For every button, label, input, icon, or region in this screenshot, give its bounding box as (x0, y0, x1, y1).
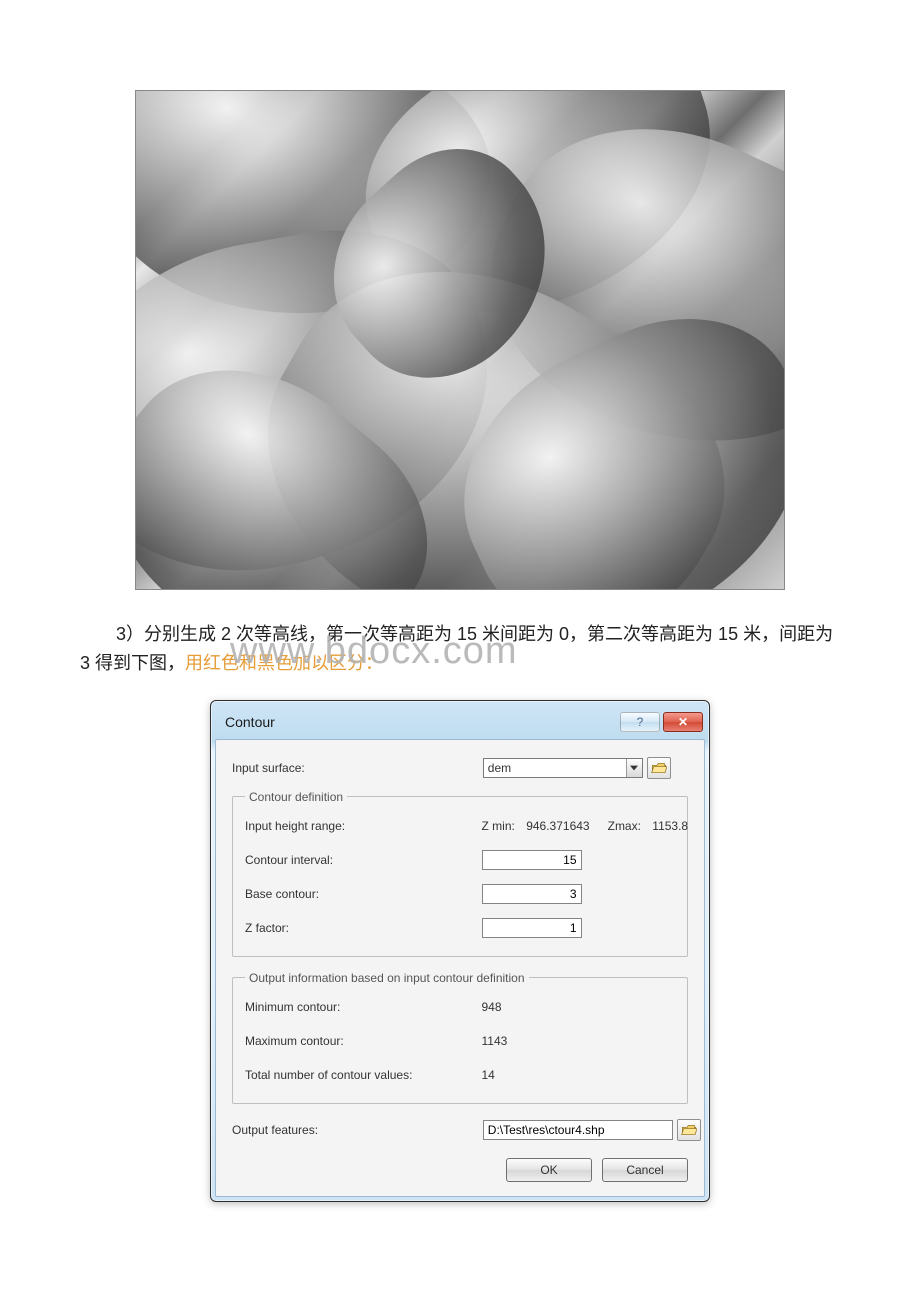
height-range-value: Z min: 946.371643 Zmax: 1153.8 (482, 819, 689, 833)
caption-highlight: 用红色和黑色加以区分： (185, 653, 383, 673)
zmax-value: 1153.8 (652, 819, 688, 833)
help-icon: ? (637, 715, 644, 729)
base-contour-input[interactable] (482, 884, 582, 904)
chevron-down-icon (626, 759, 642, 777)
output-features-label: Output features: (232, 1123, 483, 1137)
output-info-group: Output information based on input contou… (232, 971, 688, 1104)
contour-interval-input[interactable] (482, 850, 582, 870)
zmin-label: Z min: (482, 819, 515, 833)
output-info-legend: Output information based on input contou… (245, 971, 529, 985)
caption-text: 3）分别生成 2 次等高线，第一次等高距为 15 米间距为 0，第二次等高距为 … (80, 620, 840, 678)
base-contour-label: Base contour: (245, 887, 482, 901)
zmax-label: Zmax: (608, 819, 641, 833)
dialog-title: Contour (225, 714, 620, 730)
folder-open-icon (651, 761, 667, 775)
input-surface-dropdown[interactable]: dem (483, 758, 643, 778)
close-button[interactable]: ✕ (663, 712, 703, 732)
cancel-button[interactable]: Cancel (602, 1158, 688, 1182)
min-contour-label: Minimum contour: (245, 1000, 482, 1014)
help-button[interactable]: ? (620, 712, 660, 732)
total-values-label: Total number of contour values: (245, 1068, 482, 1082)
ok-button[interactable]: OK (506, 1158, 592, 1182)
contour-interval-label: Contour interval: (245, 853, 482, 867)
z-factor-label: Z factor: (245, 921, 482, 935)
close-icon: ✕ (678, 715, 688, 729)
dialog-titlebar[interactable]: Contour ? ✕ (215, 705, 705, 739)
hillshade-terrain-image (135, 90, 785, 590)
total-values-value: 14 (482, 1068, 676, 1082)
z-factor-input[interactable] (482, 918, 582, 938)
input-surface-label: Input surface: (232, 761, 483, 775)
folder-open-icon (681, 1123, 697, 1137)
output-features-input[interactable] (483, 1120, 673, 1140)
browse-output-button[interactable] (677, 1119, 701, 1141)
zmin-value: 946.371643 (526, 819, 589, 833)
contour-dialog: Contour ? ✕ Input surface: dem (210, 700, 710, 1202)
caption-index: 3） (116, 624, 144, 644)
max-contour-label: Maximum contour: (245, 1034, 482, 1048)
min-contour-value: 948 (482, 1000, 676, 1014)
height-range-label: Input height range: (245, 819, 482, 833)
contour-definition-group: Contour definition Input height range: Z… (232, 790, 688, 957)
input-surface-value: dem (484, 761, 626, 775)
browse-surface-button[interactable] (647, 757, 671, 779)
contour-definition-legend: Contour definition (245, 790, 347, 804)
max-contour-value: 1143 (482, 1034, 676, 1048)
